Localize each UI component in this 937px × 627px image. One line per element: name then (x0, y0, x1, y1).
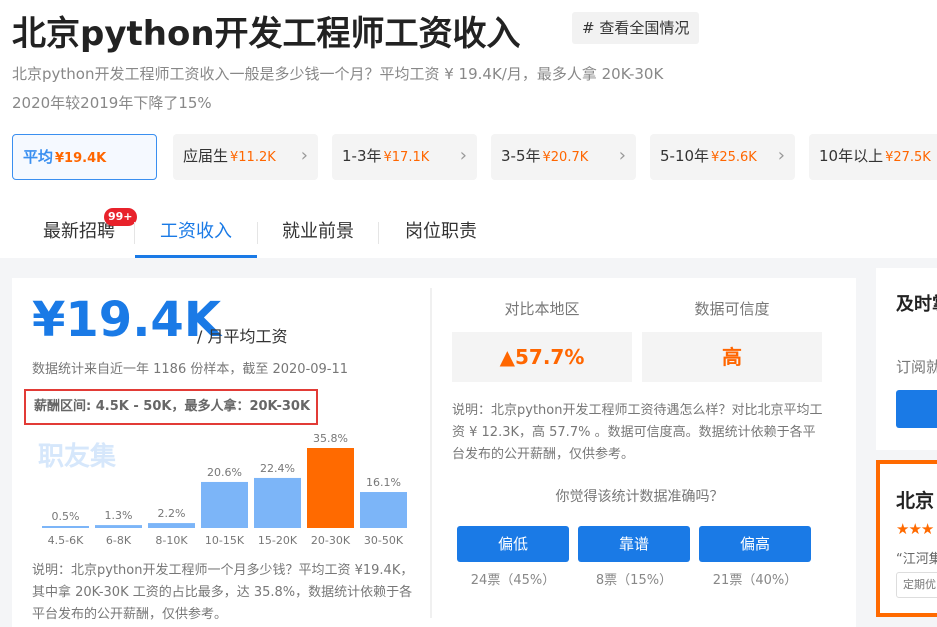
bar-value-label: 20.6% (207, 466, 242, 479)
average-salary: ¥19.4K (32, 292, 222, 348)
accuracy-question: 你觉得该统计数据准确吗？ (555, 489, 724, 505)
chevron-right-icon: › (300, 145, 308, 166)
pill-label: 1-3年 (342, 147, 382, 165)
chart-bar (360, 492, 407, 528)
chart-bar (42, 526, 89, 528)
tab-label: 就业前景 (282, 221, 354, 242)
sample-note: 数据统计来自近一年 1186 份样本，截至 2020-09-11 (32, 362, 349, 377)
credibility-label: 数据可信度 (694, 300, 770, 318)
new-jobs-badge: 99+ (104, 208, 137, 226)
vote-high-button[interactable]: 偏高 (699, 526, 811, 562)
credibility-value: 高 (642, 332, 822, 382)
chart-bar (201, 481, 248, 528)
vote-low-count: 24票（45%） (470, 573, 556, 588)
subscribe-subtitle: 订阅就 (896, 358, 937, 376)
bar-value-label: 22.4% (260, 462, 295, 475)
local-compare-value: ▲57.7% (452, 332, 632, 382)
x-tick-label: 10-15K (205, 534, 245, 547)
salary-unit: / 月平均工资 (197, 327, 288, 346)
column-divider (430, 288, 432, 618)
chevron-right-icon: › (618, 145, 626, 166)
pill-value: ¥20.7K (542, 150, 589, 165)
chevron-right-icon: › (777, 145, 785, 166)
promo-quote: “江河集 (896, 552, 937, 567)
x-tick-label: 20-30K (311, 534, 351, 547)
pill-value: ¥19.4K (55, 151, 107, 166)
x-tick-label: 15-20K (258, 534, 298, 547)
salary-range: 薪酬区间: 4.5K - 50K，最多人拿：20K-30K (24, 389, 318, 425)
comparison-note: 说明：北京python开发工程师工资待遇怎么样？对比北京平均工资 ¥ 12.3K… (452, 403, 823, 462)
pill-label: 10年以上 (819, 147, 884, 165)
tab-salary[interactable]: 工资收入 (135, 208, 257, 258)
x-tick-label: 4.5-6K (48, 534, 84, 547)
chevron-right-icon: › (459, 145, 467, 166)
tab-label: 最新招聘 (43, 221, 115, 242)
vote-reliable-button[interactable]: 靠谱 (578, 526, 690, 562)
pill-label: 3-5年 (501, 147, 541, 165)
x-tick-label: 8-10K (155, 534, 188, 547)
tab-employment-outlook[interactable]: 就业前景 (258, 208, 378, 258)
subscribe-button[interactable] (896, 390, 937, 428)
chart-bar (95, 525, 142, 528)
vote-high-count: 21票（40%） (712, 573, 798, 588)
bar-value-label: 1.3% (105, 509, 133, 522)
pill-average[interactable]: 平均 ¥19.4K (12, 134, 157, 180)
bar-value-label: 2.2% (158, 507, 186, 520)
pill-label: 平均 (23, 148, 54, 166)
salary-distribution-chart: 0.5% 4.5-6K 1.3% 6-8K 2.2% 8-10K 20.6% 10-15K 22… (42, 432, 407, 547)
page-description: 北京python开发工程师工资收入一般是多少钱一个月？平均工资 ¥ 19.4K/… (12, 65, 664, 83)
x-tick-label: 6-8K (106, 534, 132, 547)
chart-bar (307, 448, 354, 528)
year-change-note: 2020年较2019年下降了15% (12, 94, 212, 112)
pill-graduate[interactable]: 应届生 ¥11.2K › (173, 134, 318, 180)
chart-note: 说明：北京python开发工程师一个月多少钱？平均工资 ¥19.4K，其中拿 2… (32, 563, 414, 622)
subscribe-card: 及时掌 订阅就 (876, 268, 937, 450)
bar-value-label: 35.8% (313, 432, 348, 445)
pill-5-10-years[interactable]: 5-10年 ¥25.6K › (650, 134, 795, 180)
vote-reliable-count: 8票（15%） (595, 573, 673, 588)
pill-label: 5-10年 (660, 147, 710, 165)
tab-label: 岗位职责 (405, 221, 477, 242)
promo-tag: 定期优 (896, 572, 937, 598)
page-title: 北京python开发工程师工资收入 (12, 14, 521, 54)
pill-3-5-years[interactable]: 3-5年 ¥20.7K › (491, 134, 636, 180)
promo-card[interactable]: 北京 ★★★ “江河集 定期优 (876, 460, 937, 617)
bar-value-label: 16.1% (366, 476, 401, 489)
pill-value: ¥27.5K (885, 150, 931, 165)
chart-bar (148, 523, 195, 528)
pill-10-plus-years[interactable]: 10年以上 ¥27.5K (809, 134, 937, 180)
rating-stars-icon: ★★★ (896, 520, 934, 538)
content-tabs: 最新招聘 99+ 工资收入 就业前景 岗位职责 (0, 208, 937, 258)
view-national-button[interactable]: # 查看全国情况 (572, 12, 700, 44)
x-tick-label: 30-50K (364, 534, 404, 547)
promo-title: 北京 (896, 490, 935, 512)
pill-label: 应届生 (183, 147, 229, 165)
subscribe-title: 及时掌 (896, 294, 937, 315)
tab-label: 工资收入 (160, 221, 232, 242)
bar-value-label: 0.5% (52, 510, 80, 523)
pill-value: ¥11.2K (230, 150, 276, 165)
salary-card: ¥19.4K / 月平均工资 数据统计来自近一年 1186 份样本，截至 202… (12, 278, 856, 627)
pill-value: ¥17.1K (383, 150, 430, 165)
pill-value: ¥25.6K (711, 150, 757, 165)
pill-1-3-years[interactable]: 1-3年 ¥17.1K › (332, 134, 477, 180)
vote-low-button[interactable]: 偏低 (457, 526, 569, 562)
chart-bar (254, 477, 301, 528)
tab-job-duties[interactable]: 岗位职责 (379, 208, 503, 258)
local-compare-label: 对比本地区 (504, 300, 580, 318)
experience-filter: 平均 ¥19.4K 应届生 ¥11.2K › 1-3年 ¥17.1K › 3-5年 ¥2… (12, 134, 937, 180)
